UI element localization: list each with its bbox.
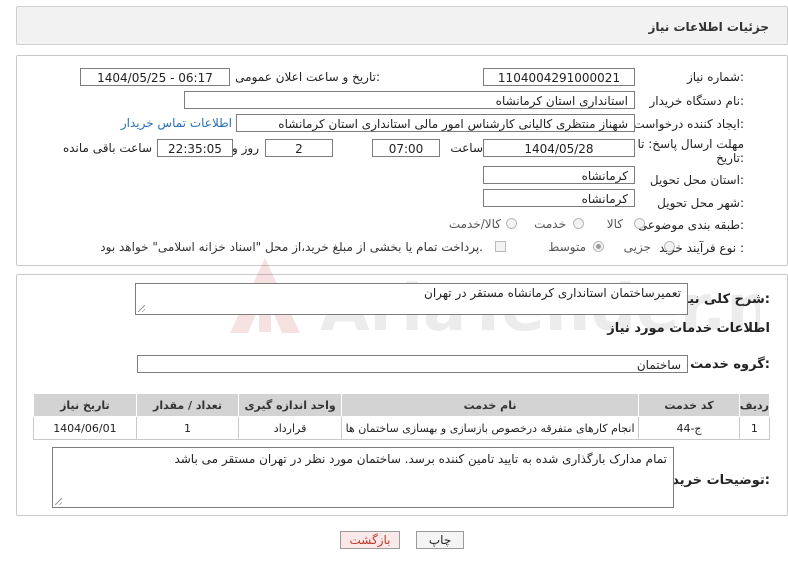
col-unit: واحد اندازه گیری bbox=[238, 393, 342, 417]
remaining-days-field[interactable]: 2 bbox=[265, 139, 333, 157]
remaining-time-label: ساعت باقی مانده bbox=[62, 141, 152, 155]
page-header: جزئیات اطلاعات نیاز bbox=[16, 6, 788, 45]
deadline-date-field[interactable]: 1404/05/28 bbox=[483, 139, 635, 157]
contact-info-link[interactable]: اطلاعات تماس خریدار bbox=[121, 116, 232, 130]
cell-unit: قرارداد bbox=[238, 416, 342, 440]
resize-grip-icon[interactable] bbox=[55, 498, 62, 505]
category-service-label: خدمت bbox=[534, 217, 566, 231]
buyer-notes-text: تمام مدارک بارگذاری شده به تایید تامین ک… bbox=[174, 452, 667, 466]
creator-field[interactable]: شهناز منتظری کالیانی کارشناس امور مالی ا… bbox=[236, 114, 635, 132]
page-title: جزئیات اطلاعات نیاز bbox=[648, 20, 769, 34]
cell-date: 1404/06/01 bbox=[33, 416, 137, 440]
col-date: تاریخ نیاز bbox=[33, 393, 137, 417]
deadline-date-label: تاریخ: bbox=[716, 151, 744, 165]
col-name: نام خدمت bbox=[340, 393, 640, 417]
days-label: روز و bbox=[232, 141, 259, 155]
summary-text: تعمیرساختمان استانداری کرمانشاه مستقر در… bbox=[424, 286, 681, 300]
need-number-field[interactable]: 1104004291000021 bbox=[483, 68, 635, 86]
city-field[interactable]: کرمانشاه bbox=[483, 189, 635, 207]
buyer-org-field[interactable]: استانداری استان کرمانشاه bbox=[184, 91, 635, 109]
table-row: 1 ج-44 انجام کارهای متفرقه درخصوص بازساز… bbox=[33, 416, 771, 440]
table-header-row: ردیف کد خدمت نام خدمت واحد اندازه گیری ت… bbox=[33, 393, 771, 417]
deadline-label: مهلت ارسال پاسخ: تا bbox=[637, 137, 744, 151]
announce-date-field[interactable]: 1404/05/25 - 06:17 bbox=[80, 68, 230, 86]
buyer-notes-label: توضیحات خریدار: bbox=[660, 473, 770, 488]
city-label: شهر محل تحویل: bbox=[657, 196, 744, 210]
deadline-time-label: ساعت bbox=[450, 141, 483, 155]
buyer-org-label: نام دستگاه خریدار: bbox=[649, 94, 745, 108]
col-row: ردیف bbox=[738, 393, 771, 417]
category-label: طبقه بندی موضوعی: bbox=[637, 218, 744, 232]
service-group-field[interactable]: ساختمان bbox=[137, 355, 688, 373]
print-button[interactable]: چاپ bbox=[416, 531, 464, 549]
deadline-time-field[interactable]: 07:00 bbox=[372, 139, 440, 157]
services-table: ردیف کد خدمت نام خدمت واحد اندازه گیری ت… bbox=[33, 393, 771, 440]
province-field[interactable]: کرمانشاه bbox=[483, 166, 635, 184]
summary-textarea[interactable]: تعمیرساختمان استانداری کرمانشاه مستقر در… bbox=[135, 283, 688, 315]
services-section-title: اطلاعات خدمات مورد نیاز bbox=[607, 321, 770, 336]
cell-quantity: 1 bbox=[135, 416, 240, 440]
category-service-radio[interactable] bbox=[573, 218, 584, 229]
creator-label: ایجاد کننده درخواست: bbox=[633, 117, 744, 131]
cell-name: انجام کارهای متفرقه درخصوص بازسازی و بهس… bbox=[340, 416, 640, 440]
col-code: کد خدمت bbox=[638, 393, 740, 417]
category-both-label: کالا/خدمت bbox=[448, 217, 501, 231]
resize-grip-icon[interactable] bbox=[138, 305, 145, 312]
back-button[interactable]: بازگشت bbox=[340, 531, 400, 549]
category-goods-label: کالا bbox=[606, 217, 623, 231]
category-goods-radio[interactable] bbox=[634, 218, 645, 229]
summary-label: شرح کلی نیاز: bbox=[676, 292, 770, 307]
need-number-label: شماره نیاز: bbox=[686, 70, 744, 84]
details-panel bbox=[16, 55, 788, 266]
col-quantity: تعداد / مقدار bbox=[135, 393, 240, 417]
cell-row: 1 bbox=[738, 416, 771, 440]
service-group-label: گروه خدمت: bbox=[690, 357, 770, 372]
buyer-notes-textarea[interactable]: تمام مدارک بارگذاری شده به تایید تامین ک… bbox=[52, 447, 674, 508]
cell-code: ج-44 bbox=[638, 416, 740, 440]
province-label: استان محل تحویل: bbox=[649, 173, 744, 187]
announce-date-label: تاریخ و ساعت اعلان عمومی: bbox=[235, 70, 380, 84]
remaining-time-field[interactable]: 22:35:05 bbox=[157, 139, 233, 157]
category-both-radio[interactable] bbox=[506, 218, 517, 229]
